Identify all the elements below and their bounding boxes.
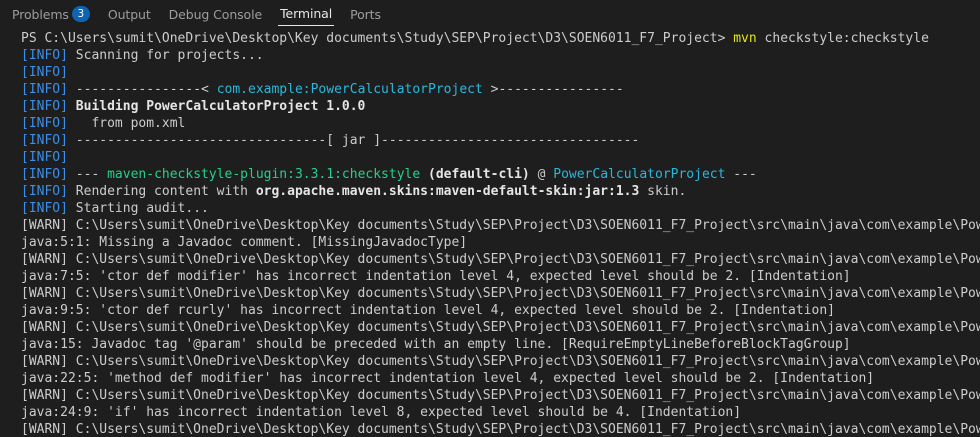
terminal-text-segment: java:5:1: Missing a Javadoc comment. [Mi…	[21, 235, 468, 250]
terminal-text-segment: INFO	[28, 48, 61, 63]
terminal-text-segment: Rendering content with	[67, 184, 256, 199]
terminal-text-segment: [INFO]	[21, 133, 68, 148]
terminal-text-segment: ----------------<	[67, 82, 217, 97]
terminal-line: [INFO] Building PowerCalculatorProject 1…	[21, 98, 980, 115]
terminal-line: [INFO] Rendering content with org.apache…	[21, 183, 980, 200]
terminal-text-segment: Scanning for projects...	[67, 48, 264, 63]
terminal-line: java:22:5: 'method def modifier' has inc…	[21, 370, 980, 387]
terminal-text-segment: [WARN] C:\Users\sumit\OneDrive\Desktop\K…	[21, 422, 980, 437]
terminal-line: [WARN] C:\Users\sumit\OneDrive\Desktop\K…	[21, 387, 980, 404]
terminal-line: [INFO]	[21, 64, 980, 81]
terminal-text-segment: --------------------------------[ jar ]-…	[67, 133, 640, 148]
terminal-text-segment: from pom.xml	[67, 116, 186, 131]
terminal-text-segment: Building PowerCalculatorProject 1.0.0	[75, 99, 366, 114]
terminal-text-segment: [INFO]	[21, 150, 68, 165]
terminal-line: java:15: Javadoc tag '@param' should be …	[21, 336, 980, 353]
terminal-text-segment: checkstyle:checkstyle	[756, 31, 929, 46]
terminal-text-segment: [INFO]	[21, 116, 68, 131]
tab-ports-label: Ports	[350, 6, 381, 22]
terminal-line: [WARN] C:\Users\sumit\OneDrive\Desktop\K…	[21, 285, 980, 302]
terminal-line: [INFO] Starting audit...	[21, 200, 980, 217]
tab-terminal[interactable]: Terminal	[278, 2, 335, 26]
terminal-line: [WARN] C:\Users\sumit\OneDrive\Desktop\K…	[21, 217, 980, 234]
terminal-text-segment: ---	[67, 167, 108, 182]
terminal-line: [INFO] Scanning for projects...	[21, 47, 980, 64]
tab-problems-label: Problems	[12, 6, 69, 22]
terminal-line: [INFO] --------------------------------[…	[21, 132, 980, 149]
terminal-line: java:24:9: 'if' has incorrect indentatio…	[21, 404, 980, 421]
terminal-line: [INFO] from pom.xml	[21, 115, 980, 132]
terminal-text-segment: [INFO]	[21, 184, 68, 199]
terminal-text-segment: >----------------	[482, 82, 624, 97]
terminal-text-segment: [WARN] C:\Users\sumit\OneDrive\Desktop\K…	[21, 320, 980, 335]
terminal-text-segment: ]	[60, 48, 68, 63]
terminal-text-segment: java:22:5: 'method def modifier' has inc…	[21, 371, 875, 386]
terminal-text-segment: java:24:9: 'if' has incorrect indentatio…	[21, 405, 742, 420]
terminal-text-segment: org.apache.maven.skins:maven-default-ski…	[255, 184, 640, 199]
terminal-line: [WARN] C:\Users\sumit\OneDrive\Desktop\K…	[21, 251, 980, 268]
terminal-line: [WARN] C:\Users\sumit\OneDrive\Desktop\K…	[21, 319, 980, 336]
terminal-text-segment: PS C:\Users\sumit\OneDrive\Desktop\Key d…	[21, 31, 734, 46]
terminal-text-segment: [INFO]	[21, 99, 68, 114]
terminal-line: java:7:5: 'ctor def modifier' has incorr…	[21, 268, 980, 285]
tab-ports[interactable]: Ports	[350, 2, 381, 26]
terminal-text-segment: java:15: Javadoc tag '@param' should be …	[21, 337, 851, 352]
terminal-text-segment: maven-checkstyle-plugin:3.3.1:checkstyle	[107, 167, 421, 182]
terminal-text-segment: mvn	[733, 31, 757, 46]
tab-problems[interactable]: Problems 3	[12, 2, 90, 26]
terminal-text-segment: ---	[725, 167, 757, 182]
terminal-text-segment: Starting audit...	[67, 201, 209, 216]
terminal-line: java:5:1: Missing a Javadoc comment. [Mi…	[21, 234, 980, 251]
terminal-text-segment: [	[21, 48, 29, 63]
terminal-text-segment: (default-cli)	[428, 167, 530, 182]
terminal-text-segment: java:9:5: 'ctor def rcurly' has incorrec…	[21, 303, 835, 318]
tab-output-label: Output	[107, 6, 151, 22]
terminal-line: java:9:5: 'ctor def rcurly' has incorrec…	[21, 302, 980, 319]
problems-count-badge: 3	[71, 6, 90, 22]
terminal-text-segment: [INFO]	[21, 82, 68, 97]
terminal-text-segment: [INFO]	[21, 167, 68, 182]
terminal-text-segment: [INFO]	[21, 201, 68, 216]
terminal-text-segment: [WARN] C:\Users\sumit\OneDrive\Desktop\K…	[21, 286, 980, 301]
panel-tab-bar: Problems 3 Output Debug Console Terminal…	[0, 0, 980, 27]
terminal-line: [INFO]	[21, 149, 980, 166]
terminal-text-segment: com.example:PowerCalculatorProject	[216, 82, 483, 97]
terminal-text-segment: java:7:5: 'ctor def modifier' has incorr…	[21, 269, 851, 284]
terminal-text-segment: [WARN] C:\Users\sumit\OneDrive\Desktop\K…	[21, 252, 980, 267]
terminal-line: PS C:\Users\sumit\OneDrive\Desktop\Key d…	[21, 30, 980, 47]
terminal-line: [WARN] C:\Users\sumit\OneDrive\Desktop\K…	[21, 353, 980, 370]
terminal-text-segment: [WARN] C:\Users\sumit\OneDrive\Desktop\K…	[21, 218, 980, 233]
terminal-text-segment: PowerCalculatorProject	[553, 167, 726, 182]
terminal-text-segment: skin.	[639, 184, 687, 199]
tab-output[interactable]: Output	[108, 2, 151, 26]
terminal-line: [WARN] C:\Users\sumit\OneDrive\Desktop\K…	[21, 421, 980, 437]
terminal-line: [INFO] ----------------< com.example:Pow…	[21, 81, 980, 98]
terminal-text-segment: [WARN] C:\Users\sumit\OneDrive\Desktop\K…	[21, 354, 980, 369]
tab-debug-console[interactable]: Debug Console	[168, 2, 263, 26]
tab-debug-console-label: Debug Console	[168, 6, 263, 22]
terminal-text-segment: @	[529, 167, 554, 182]
terminal-line: [INFO] --- maven-checkstyle-plugin:3.3.1…	[21, 166, 980, 183]
terminal-text-segment: [WARN] C:\Users\sumit\OneDrive\Desktop\K…	[21, 388, 980, 403]
terminal-text-segment: [INFO]	[21, 65, 68, 80]
terminal-output[interactable]: PS C:\Users\sumit\OneDrive\Desktop\Key d…	[0, 30, 980, 437]
tab-terminal-label: Terminal	[280, 6, 333, 21]
